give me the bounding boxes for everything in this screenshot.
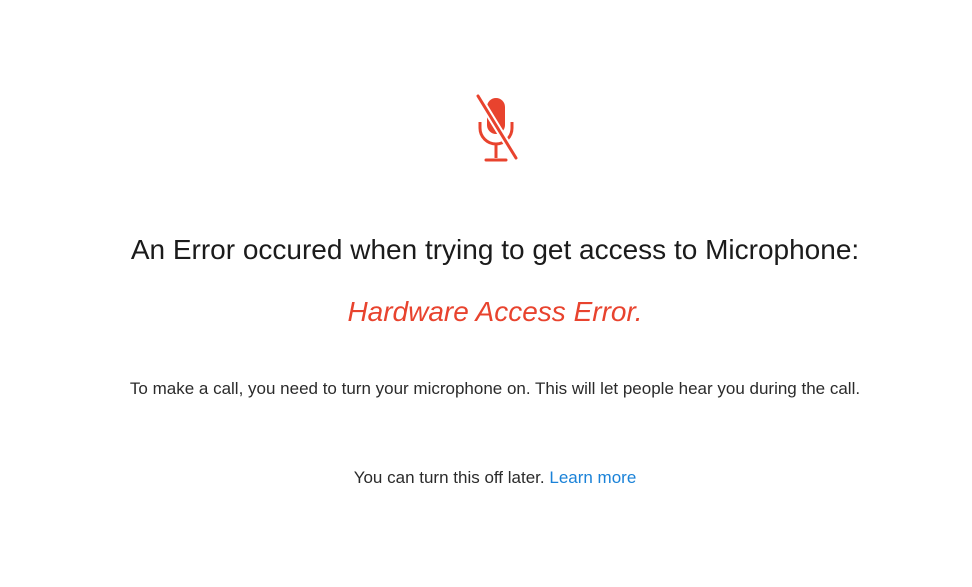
error-name: Hardware Access Error. [347,296,643,327]
learn-more-link[interactable]: Learn more [549,468,636,487]
microphone-error-page: An Error occured when trying to get acce… [0,0,972,587]
footnote-text: You can turn this off later. [353,468,545,487]
footnote: You can turn this off later. Learn more [0,465,972,491]
microphone-off-icon [470,92,522,168]
error-title: An Error occured when trying to get acce… [130,234,860,265]
error-description: To make a call, you need to turn your mi… [129,379,861,398]
